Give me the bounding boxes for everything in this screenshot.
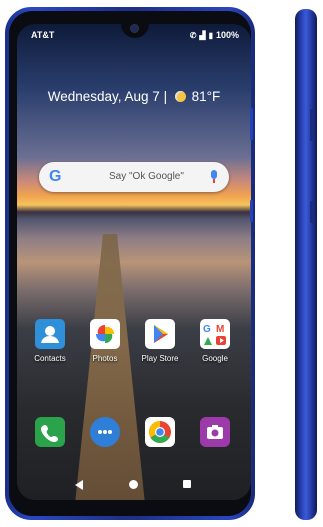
weather-partly-sunny-icon: [174, 90, 186, 102]
home-screen: AT&T ✆ ▟ ▮ 100% Wednesday, Aug 7 | 81°F …: [17, 24, 251, 500]
nav-bar: [17, 478, 251, 492]
date-weather-widget[interactable]: Wednesday, Aug 7 | 81°F: [17, 88, 251, 104]
app-contacts[interactable]: Contacts: [28, 319, 72, 363]
google-g-icon: G: [49, 168, 62, 185]
status-bar: AT&T ✆ ▟ ▮ 100%: [17, 30, 251, 42]
app-google-folder[interactable]: GM Google: [193, 319, 237, 363]
wallpaper-pier: [75, 234, 145, 500]
back-icon[interactable]: [75, 480, 83, 490]
app-label: Photos: [92, 354, 118, 363]
camera-icon[interactable]: [200, 417, 230, 447]
status-icons: ✆ ▟ ▮ 100%: [190, 30, 239, 40]
side-power-button: [310, 201, 313, 223]
volume-button: [250, 108, 253, 140]
app-photos[interactable]: Photos: [83, 319, 127, 363]
home-icon[interactable]: [129, 480, 138, 489]
date-text: Wednesday, Aug 7: [47, 88, 160, 104]
google-folder-icon: GM: [200, 319, 230, 349]
app-label: Contacts: [34, 354, 66, 363]
recents-icon[interactable]: [183, 480, 191, 488]
app-label: Google: [202, 354, 228, 363]
search-placeholder: Say "Ok Google": [109, 171, 184, 182]
photos-icon: [90, 319, 120, 349]
battery-icon: ▮: [208, 30, 213, 40]
svg-text:G: G: [203, 324, 211, 335]
widget-separator: |: [163, 88, 168, 104]
phone-icon[interactable]: [35, 417, 65, 447]
play-store-icon: [145, 319, 175, 349]
contacts-icon: [35, 319, 65, 349]
phone-front: AT&T ✆ ▟ ▮ 100% Wednesday, Aug 7 | 81°F …: [5, 7, 255, 520]
temperature-text: 81°F: [191, 88, 221, 104]
app-play-store[interactable]: Play Store: [138, 319, 182, 363]
mic-icon[interactable]: [211, 170, 217, 183]
phone-side-view: [295, 9, 317, 520]
power-button: [250, 200, 253, 222]
phone-bezel: AT&T ✆ ▟ ▮ 100% Wednesday, Aug 7 | 81°F …: [9, 11, 251, 516]
side-volume-button: [310, 109, 313, 141]
wifi-calling-icon: ✆: [189, 30, 197, 40]
svg-text:M: M: [216, 324, 224, 335]
carrier-label: AT&T: [31, 30, 55, 40]
messages-icon[interactable]: [90, 417, 120, 447]
app-label: Play Store: [141, 354, 179, 363]
signal-icon: ▟: [199, 30, 206, 40]
chrome-icon[interactable]: [145, 417, 175, 447]
battery-percent: 100%: [215, 30, 239, 40]
google-search-bar[interactable]: G Say "Ok Google": [39, 162, 229, 192]
